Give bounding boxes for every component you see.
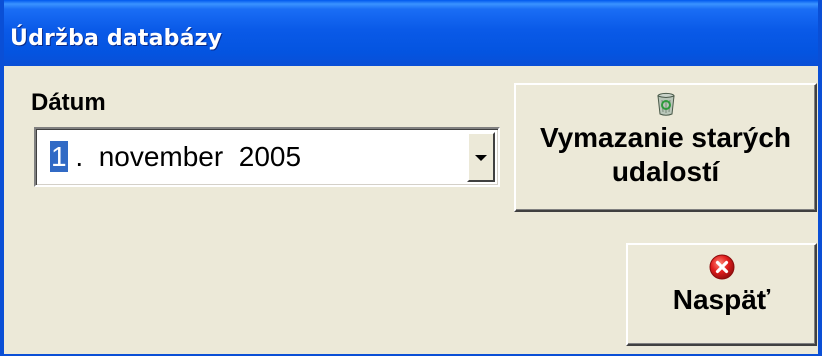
- delete-old-events-label: Vymazanie starých udalostí: [539, 122, 792, 187]
- date-value[interactable]: 1 . november 2005: [50, 137, 301, 177]
- dialog-window: Údržba databázy Dátum 1 . november 2005 …: [0, 0, 822, 356]
- title-bar[interactable]: Údržba databázy: [4, 0, 818, 66]
- error-close-icon: [708, 253, 736, 281]
- date-label: Dátum: [31, 89, 106, 116]
- date-month-year[interactable]: . november 2005: [68, 141, 301, 172]
- date-day-segment[interactable]: 1: [50, 141, 68, 172]
- chevron-down-icon: [475, 155, 487, 161]
- delete-old-events-button[interactable]: Vymazanie starých udalostí: [514, 83, 817, 212]
- back-label: Naspäť: [672, 284, 771, 315]
- window-title: Údržba databázy: [10, 26, 223, 51]
- date-picker[interactable]: 1 . november 2005: [34, 127, 500, 187]
- date-dropdown-button[interactable]: [467, 132, 495, 182]
- recycle-bin-icon: [653, 91, 679, 117]
- back-button[interactable]: Naspäť: [626, 243, 817, 346]
